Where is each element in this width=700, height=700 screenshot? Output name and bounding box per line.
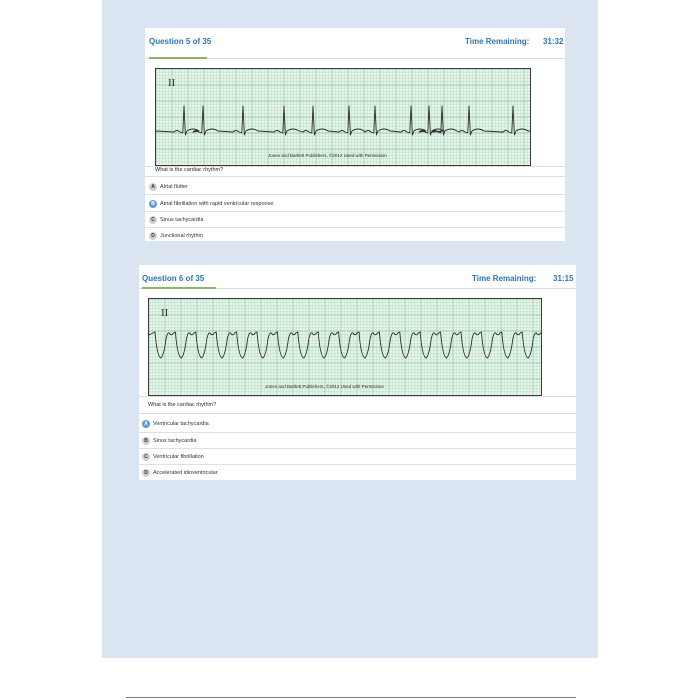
- lead-label: II: [161, 307, 169, 319]
- options-divider: [139, 464, 576, 465]
- option-text: Accelerated idioventricular: [153, 470, 218, 476]
- question-6-panel: Question 6 of 35 Time Remaining: 31:15 I…: [139, 265, 576, 480]
- option-text: Sinus tachycardia: [153, 438, 197, 444]
- options-divider: [145, 211, 565, 212]
- option-letter-badge: D: [149, 232, 157, 240]
- question-5-option-d[interactable]: D Junctional rhythm: [149, 232, 203, 240]
- ecg-strip-wide-complex-tachycardia-icon: [149, 299, 541, 395]
- header-divider: [145, 58, 565, 59]
- ecg-credit-text: Jones and Bartlett Publishers, ©2012 Use…: [268, 153, 387, 158]
- question-5-panel: Question 5 of 35 Time Remaining: 31:32 I…: [145, 28, 565, 241]
- question-6-option-d[interactable]: D Accelerated idioventricular: [142, 469, 218, 477]
- question-5-header: Question 5 of 35 Time Remaining: 31:32: [145, 28, 565, 58]
- question-6-header: Question 6 of 35 Time Remaining: 31:15: [139, 265, 576, 295]
- ecg-bottom-divider: [139, 396, 576, 397]
- options-divider: [145, 176, 565, 177]
- question-6-number: Question 6 of 35: [142, 274, 205, 283]
- question-5-time-value: 31:32: [543, 37, 564, 46]
- option-letter-badge: B: [149, 200, 157, 208]
- option-letter-badge: B: [142, 437, 150, 445]
- option-text: Atrial fibrillation with rapid ventricul…: [160, 201, 274, 207]
- footer-rule: [126, 697, 576, 698]
- question-6-prompt: What is the cardiac rhythm?: [148, 402, 217, 408]
- lead-label: II: [168, 77, 176, 89]
- question-5-option-b[interactable]: B Atrial fibrillation with rapid ventric…: [149, 200, 273, 208]
- option-text: Ventricular fibrillation: [153, 454, 204, 460]
- question-6-option-c[interactable]: C Ventricular fibrillation: [142, 453, 204, 461]
- question-6-option-a[interactable]: A Ventricular tachycardia: [142, 420, 209, 428]
- option-text: Sinus tachycardia: [160, 217, 204, 223]
- question-6-time-value: 31:15: [553, 274, 574, 283]
- ecg-strip-2: II Jones and Bartlett Publishers, ©2012 …: [148, 298, 542, 396]
- question-5-time-label: Time Remaining:: [465, 37, 530, 46]
- options-divider: [145, 194, 565, 195]
- options-divider: [145, 227, 565, 228]
- question-5-prompt: What is the cardiac rhythm?: [155, 167, 224, 173]
- progress-indicator: [149, 57, 207, 59]
- question-6-option-b[interactable]: B Sinus tachycardia: [142, 437, 196, 445]
- question-5-option-a[interactable]: A Atrial flutter: [149, 183, 188, 191]
- ecg-strip-irregular-narrow-qrs-icon: [156, 69, 530, 165]
- options-divider: [139, 432, 576, 433]
- options-divider: [139, 448, 576, 449]
- option-text: Atrial flutter: [160, 184, 188, 190]
- option-text: Junctional rhythm: [160, 233, 204, 239]
- option-letter-badge: A: [142, 420, 150, 428]
- ecg-strip-1: II Jones and Bartlett Publishers, ©2012 …: [155, 68, 531, 166]
- question-5-number: Question 5 of 35: [149, 37, 212, 46]
- question-5-option-c[interactable]: C Sinus tachycardia: [149, 216, 203, 224]
- question-6-time-label: Time Remaining:: [472, 274, 537, 283]
- progress-indicator: [142, 287, 216, 289]
- ecg-credit-text: Jones and Bartlett Publishers, ©2012 Use…: [265, 384, 384, 389]
- options-divider: [139, 413, 576, 414]
- option-letter-badge: C: [149, 216, 157, 224]
- option-letter-badge: C: [142, 453, 150, 461]
- option-text: Ventricular tachycardia: [153, 421, 209, 427]
- option-letter-badge: D: [142, 469, 150, 477]
- option-letter-badge: A: [149, 183, 157, 191]
